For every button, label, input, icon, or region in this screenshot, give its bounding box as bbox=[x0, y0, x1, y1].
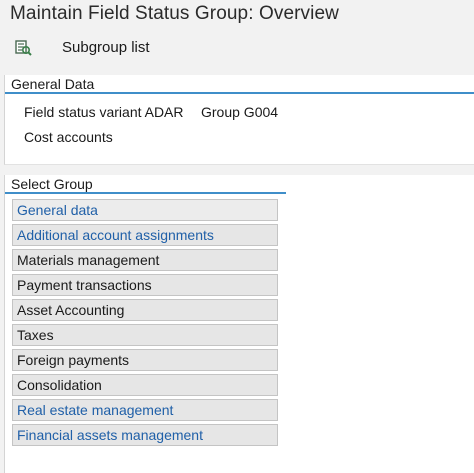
page-title: Maintain Field Status Group: Overview bbox=[10, 3, 339, 24]
group-button-label: Asset Accounting bbox=[17, 302, 125, 318]
group-button-label: Consolidation bbox=[17, 377, 102, 393]
group-button-consolidation[interactable]: Consolidation bbox=[12, 374, 278, 396]
select-group-header: Select Group bbox=[5, 175, 286, 194]
group-description: Cost accounts bbox=[24, 129, 113, 145]
group-button-general-data[interactable]: General data bbox=[12, 199, 278, 221]
toolbar: Subgroup list bbox=[0, 33, 474, 63]
group-button-label: Materials management bbox=[17, 252, 160, 268]
group-button-payment-transactions[interactable]: Payment transactions bbox=[12, 274, 278, 296]
group-button-foreign-payments[interactable]: Foreign payments bbox=[12, 349, 278, 371]
focus-corner bbox=[13, 200, 16, 203]
group-button-label: Taxes bbox=[17, 327, 54, 343]
select-group-panel: Select Group General data Additional acco… bbox=[4, 175, 474, 473]
group-button-label: Real estate management bbox=[17, 402, 174, 418]
group-button-financial-assets-management[interactable]: Financial assets management bbox=[12, 424, 278, 446]
group-button-real-estate-management[interactable]: Real estate management bbox=[12, 399, 278, 421]
group-button-additional-account-assignments[interactable]: Additional account assignments bbox=[12, 224, 278, 246]
group-button-label: Foreign payments bbox=[17, 352, 130, 368]
focus-corner bbox=[13, 217, 16, 220]
field-status-variant: Field status variant ADAR bbox=[24, 104, 184, 120]
focus-corner bbox=[274, 200, 277, 203]
group-button-label: General data bbox=[17, 202, 98, 218]
group-id: Group G004 bbox=[201, 104, 279, 120]
group-button-label: Payment transactions bbox=[17, 277, 152, 293]
group-button-taxes[interactable]: Taxes bbox=[12, 324, 278, 346]
subgroup-list-icon[interactable] bbox=[13, 38, 33, 58]
group-button-asset-accounting[interactable]: Asset Accounting bbox=[12, 299, 278, 321]
focus-corner bbox=[274, 217, 277, 220]
general-data-header: General Data bbox=[5, 75, 474, 94]
group-button-materials-management[interactable]: Materials management bbox=[12, 249, 278, 271]
subgroup-list-button[interactable]: Subgroup list bbox=[62, 39, 150, 56]
general-data-panel: General Data Field status variant ADAR G… bbox=[4, 75, 474, 165]
screen: Maintain Field Status Group: Overview Su… bbox=[0, 0, 474, 473]
group-button-label: Additional account assignments bbox=[17, 227, 214, 243]
group-button-label: Financial assets management bbox=[17, 427, 203, 443]
